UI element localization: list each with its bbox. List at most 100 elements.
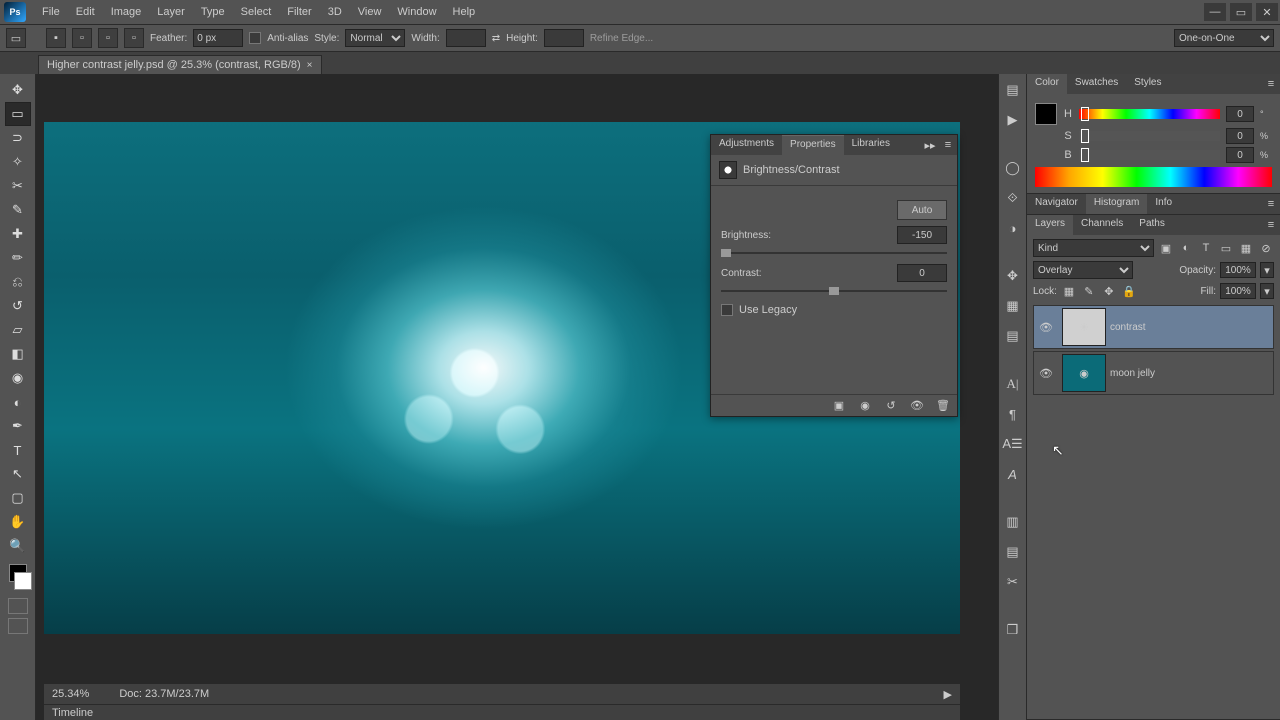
filter-adjust-icon[interactable]: ◐: [1178, 240, 1194, 256]
menu-3d[interactable]: 3D: [320, 2, 350, 22]
magic-wand-tool-icon[interactable]: ✧: [5, 150, 31, 174]
delete-adjustment-icon[interactable]: 🗑: [935, 398, 951, 414]
layer-filter-kind[interactable]: Kind: [1033, 239, 1154, 257]
view-previous-icon[interactable]: ◉: [857, 398, 873, 414]
height-input[interactable]: [544, 29, 584, 47]
crop-tool-icon[interactable]: ✂: [5, 174, 31, 198]
lasso-tool-icon[interactable]: ⊃: [5, 126, 31, 150]
layer-name[interactable]: contrast: [1110, 322, 1273, 333]
visibility-icon[interactable]: 👁: [1034, 321, 1058, 334]
close-icon[interactable]: ✕: [1256, 3, 1278, 21]
width-input[interactable]: [446, 29, 486, 47]
brush-presets-panel-icon[interactable]: ◯: [1003, 158, 1023, 178]
screen-mode-icon[interactable]: [8, 618, 28, 634]
properties-panel-icon[interactable]: ▥: [1003, 512, 1023, 532]
lock-position-icon[interactable]: ✥: [1101, 283, 1117, 299]
tab-libraries[interactable]: Libraries: [844, 135, 898, 155]
feather-input[interactable]: [193, 29, 243, 47]
eyedropper-tool-icon[interactable]: ✎: [5, 198, 31, 222]
hue-value[interactable]: 0: [1226, 106, 1254, 122]
tab-swatches[interactable]: Swatches: [1067, 74, 1126, 94]
tab-layers[interactable]: Layers: [1027, 215, 1073, 235]
layer-thumbnail[interactable]: ◉: [1062, 354, 1106, 392]
menu-image[interactable]: Image: [103, 2, 150, 22]
contrast-value[interactable]: 0: [897, 264, 947, 282]
layer-row[interactable]: 👁 ◉ moon jelly: [1033, 351, 1274, 395]
lock-paint-icon[interactable]: ✎: [1081, 283, 1097, 299]
filter-smart-icon[interactable]: ▦: [1238, 240, 1254, 256]
tab-color[interactable]: Color: [1027, 74, 1067, 94]
reset-icon[interactable]: ↺: [883, 398, 899, 414]
zoom-tool-icon[interactable]: 🔍: [5, 534, 31, 558]
tab-adjustments[interactable]: Adjustments: [711, 135, 782, 155]
clone-source-panel-icon[interactable]: ◑: [1003, 218, 1023, 238]
bri-slider[interactable]: [1079, 150, 1220, 160]
zoom-readout[interactable]: 25.34%: [52, 688, 89, 700]
move-tool-icon[interactable]: ✥: [5, 78, 31, 102]
history-panel-icon[interactable]: ▤: [1003, 80, 1023, 100]
contrast-slider[interactable]: [721, 288, 947, 294]
tab-close-icon[interactable]: ×: [307, 60, 313, 71]
menu-layer[interactable]: Layer: [149, 2, 193, 22]
brush-tool-icon[interactable]: ✏: [5, 246, 31, 270]
measurement-panel-icon[interactable]: ✂: [1003, 572, 1023, 592]
fill-dropdown-icon[interactable]: ▾: [1260, 283, 1274, 299]
selection-new-icon[interactable]: ▪: [46, 28, 66, 48]
eraser-tool-icon[interactable]: ▱: [5, 318, 31, 342]
panel-menu-icon[interactable]: ≡: [1262, 74, 1280, 94]
layer-comps-panel-icon[interactable]: ▦: [1003, 296, 1023, 316]
tab-channels[interactable]: Channels: [1073, 215, 1131, 235]
filter-shape-icon[interactable]: ▭: [1218, 240, 1234, 256]
character-panel-icon[interactable]: A|: [1003, 374, 1023, 394]
marquee-tool-icon[interactable]: ▭: [6, 28, 26, 48]
panel-menu-icon[interactable]: ≡: [939, 135, 957, 155]
minimize-icon[interactable]: —: [1204, 3, 1226, 21]
antialias-checkbox[interactable]: [249, 32, 261, 44]
char-styles-panel-icon[interactable]: A☰: [1003, 434, 1023, 454]
brightness-value[interactable]: -150: [897, 226, 947, 244]
gradient-tool-icon[interactable]: ◧: [5, 342, 31, 366]
selection-intersect-icon[interactable]: ▫: [124, 28, 144, 48]
3d-panel-icon[interactable]: ❒: [1003, 620, 1023, 640]
menu-help[interactable]: Help: [445, 2, 484, 22]
clone-stamp-tool-icon[interactable]: ⎌: [5, 270, 31, 294]
swap-icon[interactable]: ⇄: [492, 33, 500, 44]
history-brush-tool-icon[interactable]: ↺: [5, 294, 31, 318]
spectrum-ramp[interactable]: [1035, 167, 1272, 187]
document-tab[interactable]: Higher contrast jelly.psd @ 25.3% (contr…: [38, 55, 322, 74]
auto-button[interactable]: Auto: [897, 200, 947, 220]
hand-tool-icon[interactable]: ✋: [5, 510, 31, 534]
selection-add-icon[interactable]: ▫: [72, 28, 92, 48]
tab-styles[interactable]: Styles: [1126, 74, 1169, 94]
type-tool-icon[interactable]: T: [5, 438, 31, 462]
color-swatch[interactable]: [1035, 103, 1057, 125]
layer-thumbnail[interactable]: ☀: [1062, 308, 1106, 346]
timeline-panel-tab[interactable]: Timeline: [44, 704, 960, 720]
tool-presets-panel-icon[interactable]: ✥: [1003, 266, 1023, 286]
workspace-select[interactable]: One-on-One: [1174, 29, 1274, 47]
bri-value[interactable]: 0: [1226, 147, 1254, 163]
brightness-slider[interactable]: [721, 250, 947, 256]
marquee-tool-icon[interactable]: ▭: [5, 102, 31, 126]
menu-type[interactable]: Type: [193, 2, 233, 22]
menu-filter[interactable]: Filter: [279, 2, 319, 22]
blend-mode-select[interactable]: Overlay: [1033, 261, 1133, 279]
layer-row[interactable]: 👁 ☀ contrast: [1033, 305, 1274, 349]
legacy-checkbox[interactable]: [721, 304, 733, 316]
notes-panel-icon[interactable]: ▤: [1003, 326, 1023, 346]
refine-edge-button[interactable]: Refine Edge...: [590, 33, 653, 44]
panel-menu-icon[interactable]: ≡: [1262, 215, 1280, 235]
quick-mask-icon[interactable]: [8, 598, 28, 614]
toggle-visibility-icon[interactable]: 👁: [909, 398, 925, 414]
tab-properties[interactable]: Properties: [782, 135, 844, 155]
actions-panel-icon[interactable]: ▶: [1003, 110, 1023, 130]
maximize-icon[interactable]: ▭: [1230, 3, 1252, 21]
collapse-icon[interactable]: ▸▸: [921, 135, 939, 155]
sat-slider[interactable]: [1079, 131, 1220, 141]
menu-edit[interactable]: Edit: [68, 2, 103, 22]
clip-to-layer-icon[interactable]: ▣: [831, 398, 847, 414]
selection-subtract-icon[interactable]: ▫: [98, 28, 118, 48]
visibility-icon[interactable]: 👁: [1034, 367, 1058, 380]
pen-tool-icon[interactable]: ✒: [5, 414, 31, 438]
tab-navigator[interactable]: Navigator: [1027, 194, 1086, 214]
